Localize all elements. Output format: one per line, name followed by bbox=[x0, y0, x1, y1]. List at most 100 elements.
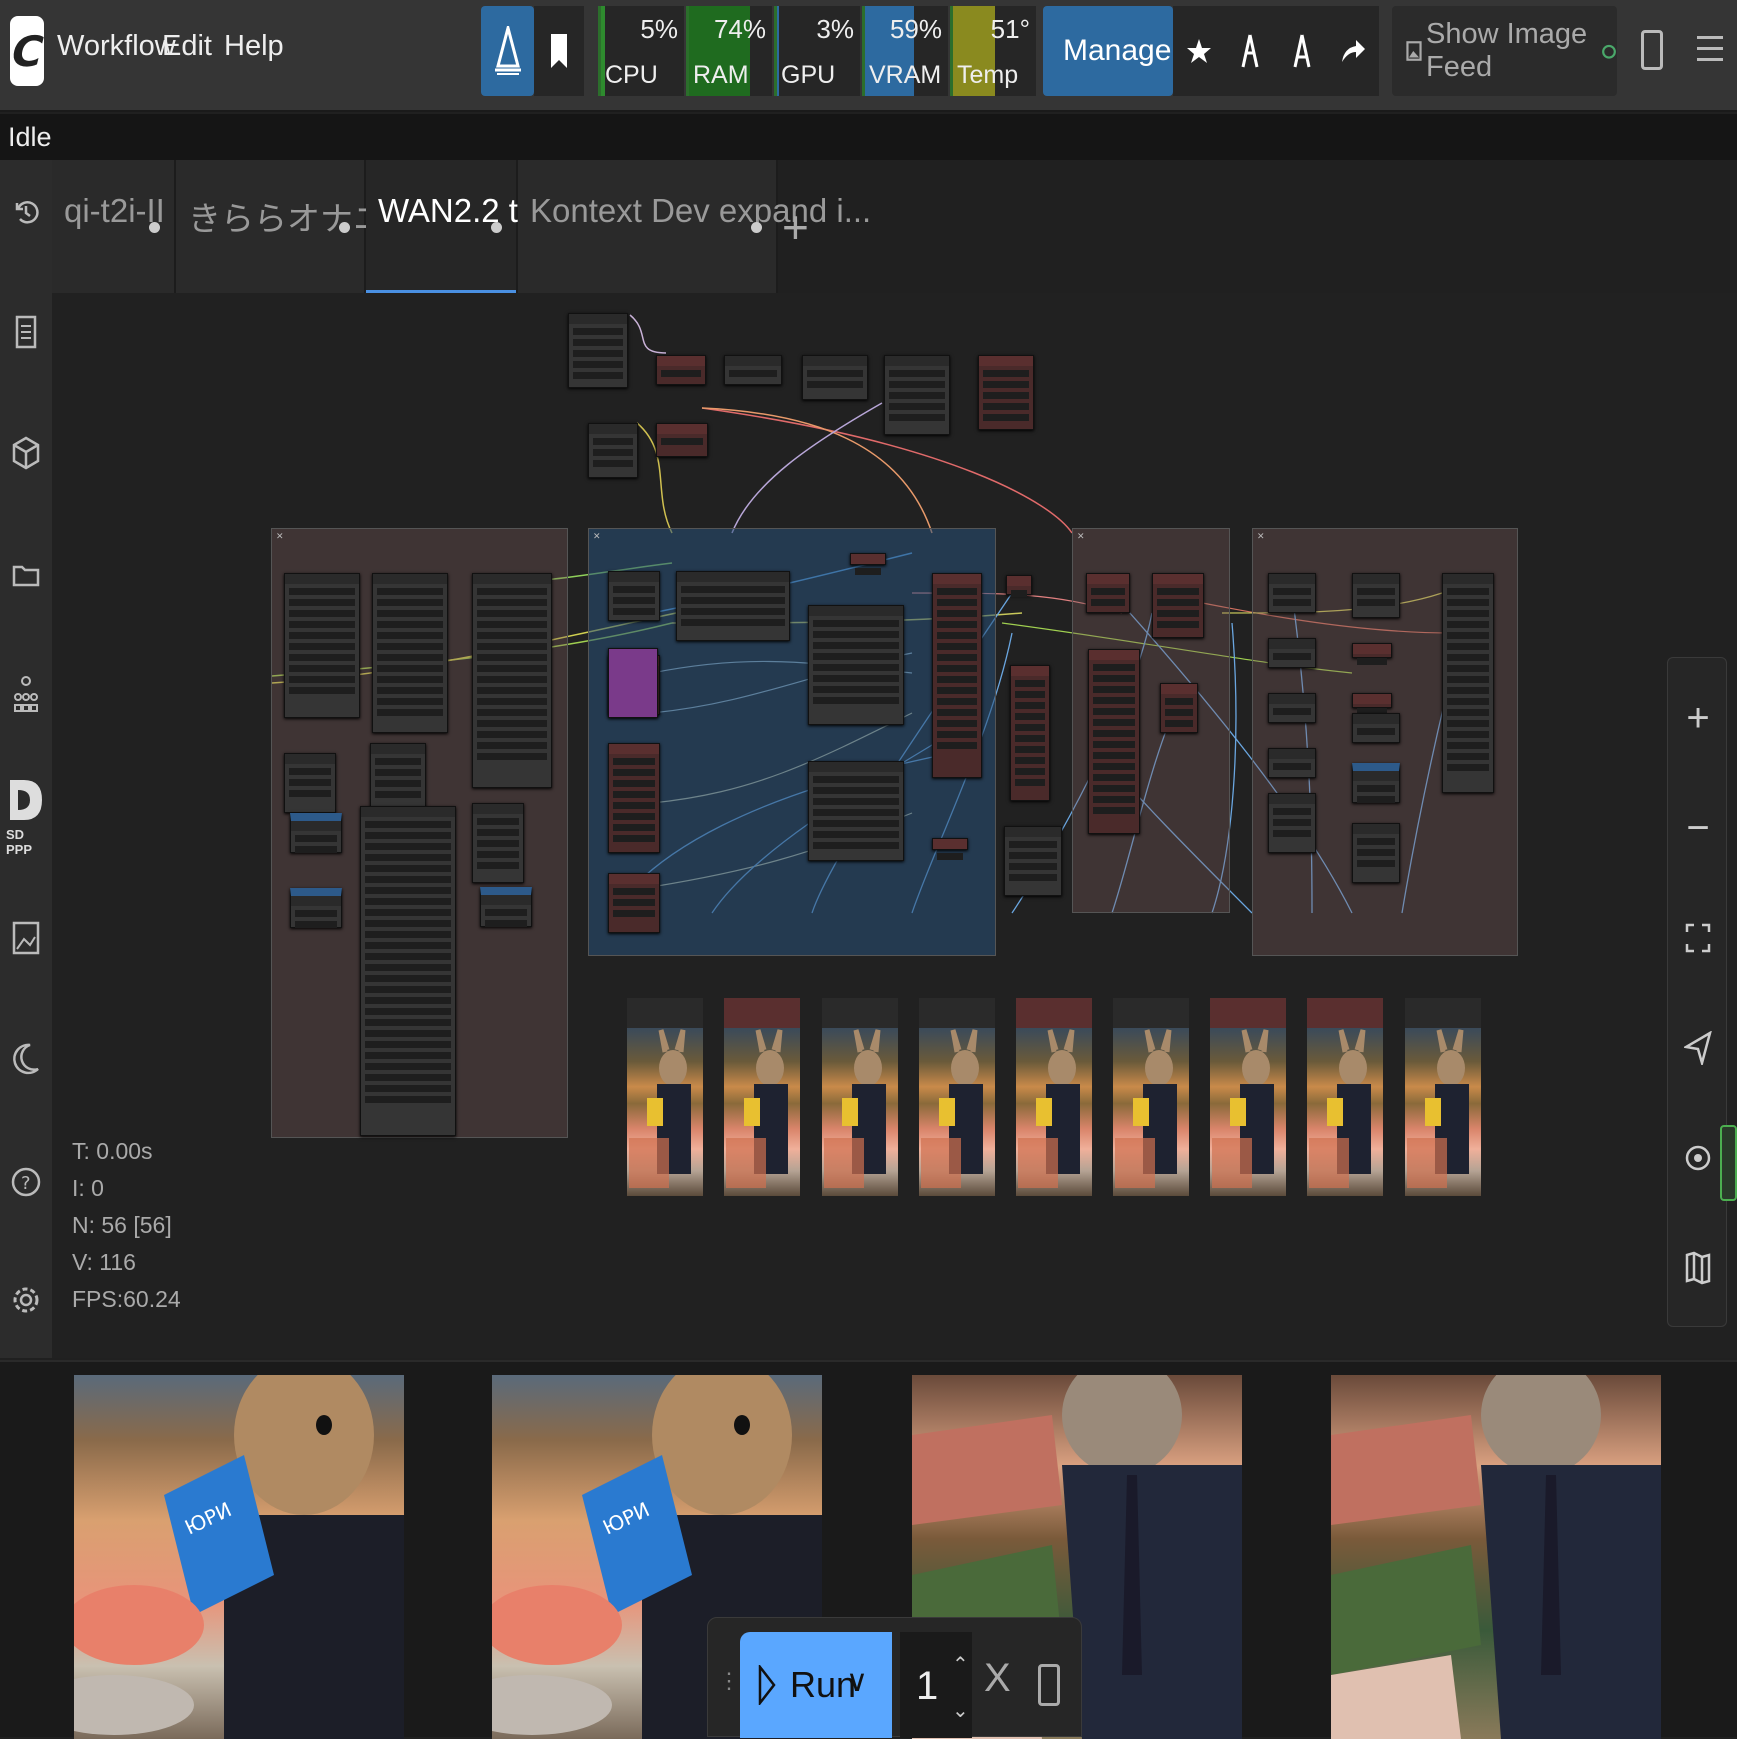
node-widget-row[interactable] bbox=[1015, 757, 1045, 764]
node-widget-row[interactable] bbox=[937, 698, 977, 705]
node-widget-row[interactable] bbox=[1273, 588, 1311, 595]
graph-node[interactable] bbox=[1268, 693, 1316, 723]
node-widget-row[interactable] bbox=[377, 610, 443, 617]
node-widget-row[interactable] bbox=[1357, 796, 1395, 803]
node-widget-row[interactable] bbox=[983, 381, 1029, 388]
node-header[interactable] bbox=[285, 574, 359, 584]
node-widget-row[interactable] bbox=[377, 676, 443, 683]
node-widget-row[interactable] bbox=[1357, 588, 1395, 595]
node-widget-row[interactable] bbox=[613, 586, 655, 593]
node-widget-row[interactable] bbox=[937, 731, 977, 738]
history-icon[interactable] bbox=[10, 192, 42, 232]
graph-node[interactable] bbox=[1268, 793, 1316, 853]
tab-close-dot-icon[interactable] bbox=[751, 222, 762, 233]
node-widget-row[interactable] bbox=[289, 632, 355, 639]
node-widget-row[interactable] bbox=[1273, 819, 1311, 826]
node-header[interactable] bbox=[803, 356, 867, 366]
node-widget-row[interactable] bbox=[377, 599, 443, 606]
graph-node[interactable] bbox=[656, 423, 708, 457]
node-widget-row[interactable] bbox=[365, 843, 451, 850]
node-widget-row[interactable] bbox=[365, 920, 451, 927]
preview-image-node[interactable] bbox=[1016, 998, 1092, 1196]
node-widget-row[interactable] bbox=[477, 599, 547, 606]
node-widget-row[interactable] bbox=[593, 449, 633, 456]
node-header[interactable] bbox=[933, 839, 967, 849]
node-widget-row[interactable] bbox=[377, 698, 443, 705]
node-widget-row[interactable] bbox=[477, 742, 547, 749]
node-widget-row[interactable] bbox=[1165, 709, 1193, 716]
node-widget-row[interactable] bbox=[1447, 665, 1489, 672]
node-header[interactable] bbox=[851, 554, 885, 564]
comfy-logo-icon[interactable]: C bbox=[5, 16, 49, 86]
node-widget-row[interactable] bbox=[937, 720, 977, 727]
node-header[interactable] bbox=[1007, 576, 1031, 586]
node-widget-row[interactable] bbox=[375, 791, 421, 798]
node-widget-row[interactable] bbox=[613, 597, 655, 604]
node-widget-row[interactable] bbox=[365, 986, 451, 993]
node-widget-row[interactable] bbox=[477, 862, 519, 869]
graph-node[interactable] bbox=[608, 873, 660, 933]
node-widget-row[interactable] bbox=[573, 350, 623, 357]
graph-node[interactable] bbox=[290, 813, 342, 853]
tools-icon[interactable] bbox=[481, 6, 534, 96]
node-widget-row[interactable] bbox=[1091, 599, 1125, 606]
node-widget-row[interactable] bbox=[477, 687, 547, 694]
graph-node[interactable] bbox=[802, 355, 868, 400]
node-widget-row[interactable] bbox=[1273, 808, 1311, 815]
node-widget-row[interactable] bbox=[613, 791, 655, 798]
node-widget-row[interactable] bbox=[365, 821, 451, 828]
node-widget-row[interactable] bbox=[485, 909, 527, 916]
settings-gear-icon[interactable] bbox=[10, 1280, 42, 1320]
node-widget-row[interactable] bbox=[1447, 742, 1489, 749]
node-widget-row[interactable] bbox=[365, 964, 451, 971]
show-image-feed-button[interactable]: Show Image Feed bbox=[1392, 6, 1617, 96]
node-widget-row[interactable] bbox=[1447, 720, 1489, 727]
node-widget-row[interactable] bbox=[937, 643, 977, 650]
node-header[interactable] bbox=[1353, 644, 1391, 654]
graph-node[interactable] bbox=[676, 571, 790, 641]
node-widget-row[interactable] bbox=[813, 842, 899, 849]
node-widget-row[interactable] bbox=[813, 776, 899, 783]
pen-alt-icon[interactable] bbox=[1289, 33, 1315, 69]
node-widget-row[interactable] bbox=[289, 665, 355, 672]
node-widget-row[interactable] bbox=[1273, 830, 1311, 837]
graph-node[interactable] bbox=[608, 743, 660, 853]
cancel-run-icon[interactable]: X bbox=[984, 1656, 1011, 1701]
graph-node[interactable] bbox=[370, 743, 426, 813]
node-widget-row[interactable] bbox=[1093, 752, 1135, 759]
graph-node[interactable] bbox=[608, 571, 660, 621]
node-widget-row[interactable] bbox=[1447, 731, 1489, 738]
node-header[interactable] bbox=[1269, 694, 1315, 704]
node-widget-row[interactable] bbox=[573, 339, 623, 346]
node-widget-row[interactable] bbox=[377, 643, 443, 650]
node-header[interactable] bbox=[1269, 749, 1315, 759]
graph-node[interactable] bbox=[1352, 823, 1400, 883]
node-widget-row[interactable] bbox=[1157, 621, 1199, 628]
node-header[interactable] bbox=[657, 424, 707, 434]
node-header[interactable] bbox=[885, 356, 949, 366]
node-widget-row[interactable] bbox=[613, 813, 655, 820]
node-widget-row[interactable] bbox=[1093, 807, 1135, 814]
node-widget-row[interactable] bbox=[289, 779, 331, 786]
graph-node[interactable] bbox=[1268, 573, 1316, 613]
node-widget-row[interactable] bbox=[613, 910, 655, 917]
node-header[interactable] bbox=[1269, 574, 1315, 584]
node-header[interactable] bbox=[569, 314, 627, 324]
node-widget-row[interactable] bbox=[477, 709, 547, 716]
node-widget-row[interactable] bbox=[375, 758, 421, 765]
node-widget-row[interactable] bbox=[661, 370, 701, 377]
preview-node-header[interactable] bbox=[919, 998, 995, 1028]
node-widget-row[interactable] bbox=[937, 676, 977, 683]
node-widget-row[interactable] bbox=[1273, 708, 1311, 715]
node-widget-row[interactable] bbox=[289, 790, 331, 797]
model-library-icon[interactable] bbox=[10, 433, 42, 473]
node-widget-row[interactable] bbox=[889, 414, 945, 421]
node-widget-row[interactable] bbox=[1093, 686, 1135, 693]
node-header[interactable] bbox=[1353, 824, 1399, 834]
tab-close-dot-icon[interactable] bbox=[491, 222, 502, 233]
node-widget-row[interactable] bbox=[1093, 796, 1135, 803]
sd-ppp-logo-icon[interactable]: SD PPP bbox=[6, 776, 50, 857]
node-widget-row[interactable] bbox=[1015, 691, 1045, 698]
chevron-up-icon[interactable]: ⌃ bbox=[952, 1652, 969, 1677]
node-header[interactable] bbox=[809, 762, 903, 772]
